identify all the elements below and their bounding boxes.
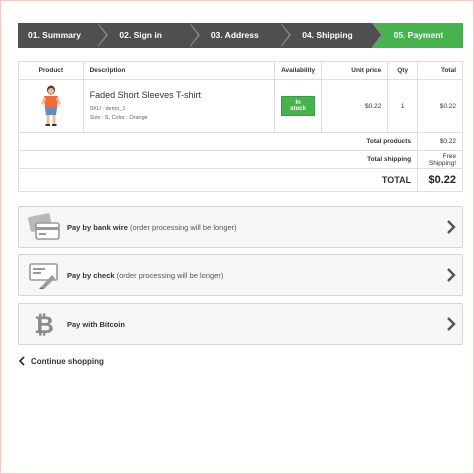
header-availability: Availability (274, 61, 323, 80)
pay-with-bitcoin-option[interactable]: ₿ Pay with Bitcoin (18, 303, 463, 345)
quantity: 1 (387, 79, 419, 133)
chevron-right-icon (447, 220, 456, 234)
pay-option-note: (order processing will be longer) (129, 222, 237, 232)
header-description: Description (82, 61, 276, 80)
continue-shopping-link[interactable]: Continue shopping (18, 356, 104, 366)
cart-summary-table: Product Description Availability Unit pr… (17, 61, 463, 192)
header-total: Total (417, 61, 463, 80)
bitcoin-icon: ₿ (23, 303, 65, 345)
continue-shopping-label: Continue shopping (31, 356, 104, 366)
pay-option-title: Pay by bank wire (67, 222, 128, 232)
pay-option-title: Pay with Bitcoin (67, 319, 125, 329)
step-summary[interactable]: 01. Summary (18, 23, 109, 48)
step-shipping[interactable]: 04. Shipping (280, 23, 384, 48)
pay-option-text: Pay with Bitcoin (67, 320, 125, 329)
header-unit-price: Unit price (321, 61, 389, 80)
chevron-left-icon (18, 356, 25, 366)
availability-cell: In stock (274, 79, 323, 133)
chevron-right-icon (447, 317, 456, 331)
total-shipping-row: Total shipping Free Shipping! (17, 150, 463, 169)
grand-total-row: TOTAL $0.22 (17, 168, 463, 192)
pay-option-text: Pay by check (order processing will be l… (67, 271, 223, 280)
pay-option-note: (order processing will be longer) (116, 270, 224, 280)
grand-total-label: TOTAL (17, 168, 419, 192)
check-icon (23, 254, 65, 296)
grand-total-value: $0.22 (417, 168, 463, 192)
pay-option-text: Pay by bank wire (order processing will … (67, 223, 237, 232)
step-payment: 05. Payment (371, 23, 464, 48)
product-name[interactable]: Faded Short Sleeves T-shirt (90, 90, 268, 100)
step-address[interactable]: 03. Address (188, 23, 292, 48)
in-stock-badge: In stock (281, 96, 316, 116)
product-sku: SKU : demo_1 (89, 105, 126, 112)
pay-by-bank-wire-option[interactable]: Pay by bank wire (order processing will … (18, 206, 463, 248)
total-shipping-label: Total shipping (17, 150, 419, 169)
step-sign-in[interactable]: 02. Sign in (97, 23, 201, 48)
total-products-row: Total products $0.22 (17, 132, 463, 151)
chevron-right-icon (447, 268, 456, 282)
pay-by-check-option[interactable]: Pay by check (order processing will be l… (18, 254, 463, 296)
bank-card-icon (23, 206, 65, 248)
total-shipping-value: Free Shipping! (417, 150, 463, 169)
total-products-label: Total products (17, 132, 419, 151)
header-product: Product (18, 61, 84, 80)
unit-price: $0.22 (321, 79, 389, 133)
product-image-cell (18, 79, 84, 133)
product-description-cell: Faded Short Sleeves T-shirt SKU : demo_1… (82, 79, 276, 133)
total-products-value: $0.22 (417, 132, 463, 151)
line-total: $0.22 (417, 79, 463, 133)
checkout-steps: 01. Summary 02. Sign in 03. Address 04. … (18, 23, 464, 48)
svg-text:₿: ₿ (34, 311, 54, 339)
pay-option-title: Pay by check (67, 270, 115, 280)
table-row: Faded Short Sleeves T-shirt SKU : demo_1… (18, 79, 463, 133)
product-image[interactable] (32, 84, 69, 128)
product-attributes: Size : S, Color : Orange (89, 114, 148, 121)
header-qty: Qty (387, 61, 419, 80)
